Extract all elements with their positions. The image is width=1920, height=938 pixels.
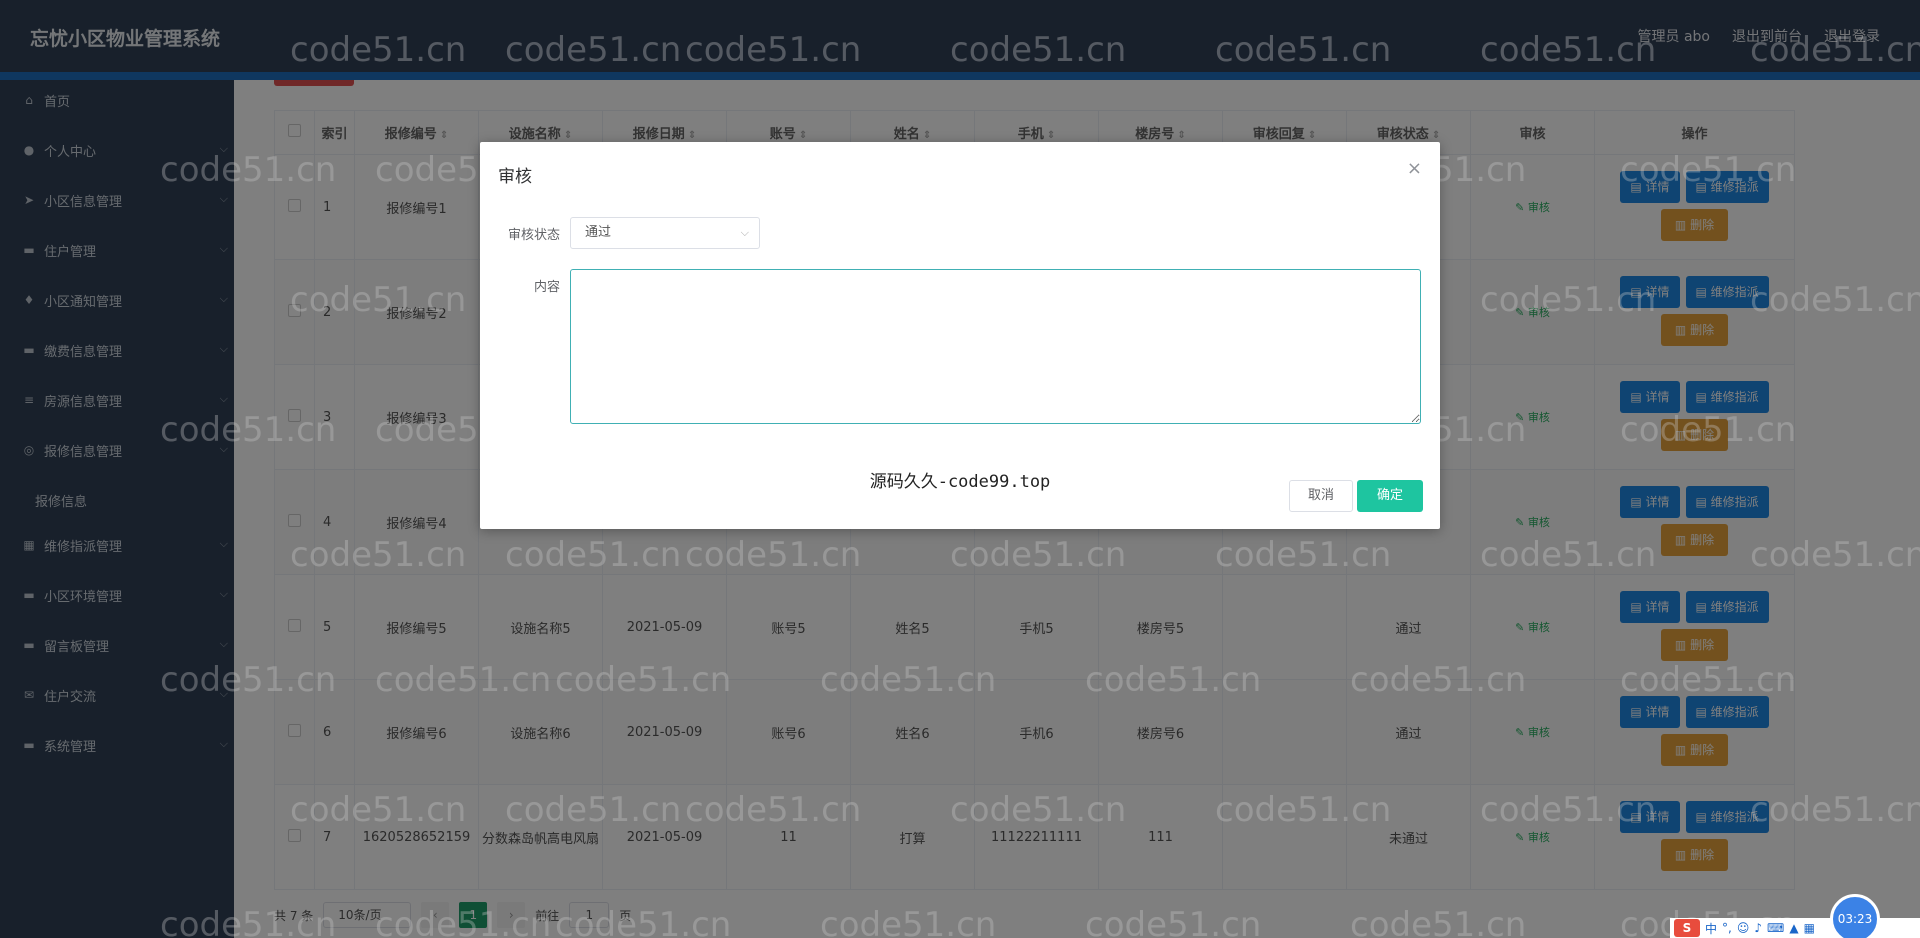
status-select[interactable]: 通过 ⌵ (570, 217, 760, 249)
cancel-button[interactable]: 取消 (1289, 480, 1353, 512)
content-label: 内容 (533, 280, 560, 295)
sogou-logo-icon[interactable]: S (1674, 919, 1700, 937)
punctuation-icon[interactable]: °, (1722, 921, 1732, 935)
ime-language[interactable]: 中 (1705, 920, 1717, 937)
status-label: 审核状态 (507, 228, 560, 243)
keyboard-icon[interactable]: ⌨ (1767, 921, 1784, 935)
status-select-value: 通过 (585, 225, 612, 240)
ime-taskbar: S 中 °, ☺ ♪ ⌨ ▲ ▦ (1670, 918, 1920, 938)
confirm-button[interactable]: 确定 (1357, 480, 1423, 512)
audit-dialog: 审核 × 审核状态 通过 ⌵ 内容 源码久久-code99.top 取消 确定 (480, 142, 1440, 529)
recording-timer[interactable]: 03:23 (1830, 894, 1880, 938)
skin-icon[interactable]: ▲ (1789, 921, 1798, 935)
close-icon[interactable]: × (1407, 158, 1422, 179)
menu-icon[interactable]: ▦ (1804, 921, 1815, 935)
emoji-icon[interactable]: ☺ (1737, 921, 1750, 935)
content-textarea[interactable] (570, 269, 1421, 424)
mic-icon[interactable]: ♪ (1754, 921, 1762, 935)
chevron-down-icon: ⌵ (740, 226, 749, 239)
dialog-title: 审核 (498, 167, 532, 187)
